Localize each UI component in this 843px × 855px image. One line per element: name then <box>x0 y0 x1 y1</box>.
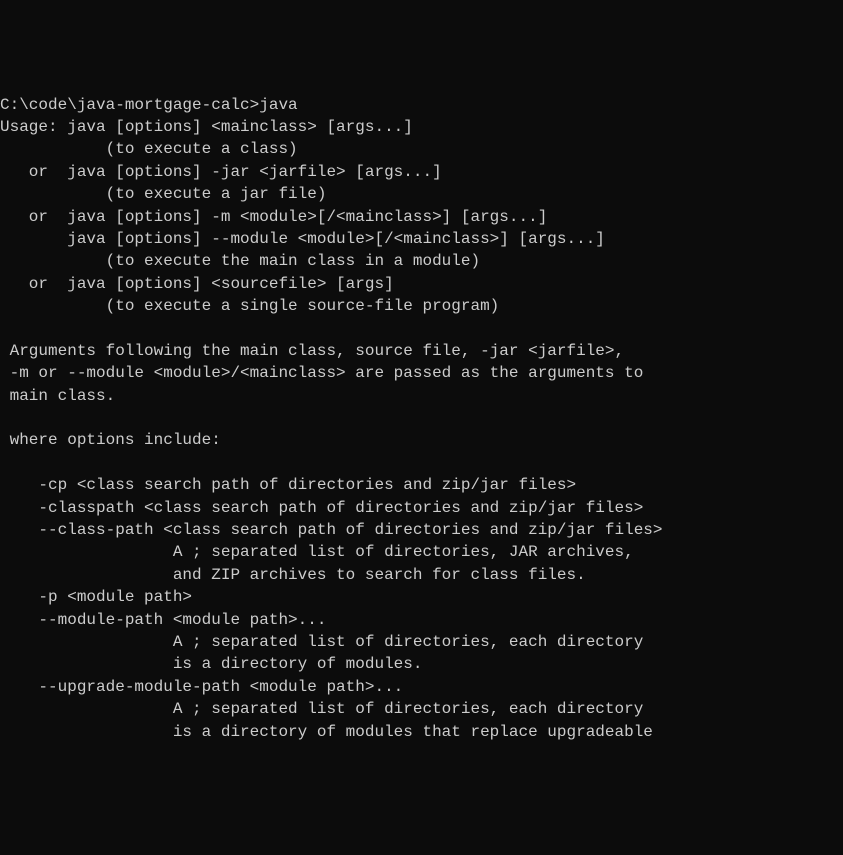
output-line: Usage: java [options] <mainclass> [args.… <box>0 118 413 136</box>
output-line: A ; separated list of directories, each … <box>0 633 643 651</box>
output-line: where options include: <box>0 431 221 449</box>
output-line: -p <module path> <box>0 588 192 606</box>
output-line: -m or --module <module>/<mainclass> are … <box>0 364 643 382</box>
output-line: is a directory of modules that replace u… <box>0 723 653 741</box>
output-line: (to execute a jar file) <box>0 185 326 203</box>
output-line: A ; separated list of directories, JAR a… <box>0 543 634 561</box>
output-line: -cp <class search path of directories an… <box>0 476 576 494</box>
output-line: Arguments following the main class, sour… <box>0 342 624 360</box>
output-line: -classpath <class search path of directo… <box>0 499 643 517</box>
output-line: A ; separated list of directories, each … <box>0 700 643 718</box>
output-line: (to execute the main class in a module) <box>0 252 480 270</box>
output-line: java [options] --module <module>[/<mainc… <box>0 230 605 248</box>
output-line: (to execute a single source-file program… <box>0 297 499 315</box>
command-prompt: C:\code\java-mortgage-calc>java <box>0 96 298 114</box>
output-line: --upgrade-module-path <module path>... <box>0 678 403 696</box>
output-line: --module-path <module path>... <box>0 611 326 629</box>
output-line: and ZIP archives to search for class fil… <box>0 566 586 584</box>
output-line: or java [options] -jar <jarfile> [args..… <box>0 163 442 181</box>
terminal-output[interactable]: C:\code\java-mortgage-calc>java Usage: j… <box>0 94 843 743</box>
output-line: (to execute a class) <box>0 140 298 158</box>
output-line: main class. <box>0 387 115 405</box>
output-line: is a directory of modules. <box>0 655 422 673</box>
output-line: or java [options] -m <module>[/<mainclas… <box>0 208 547 226</box>
output-line: or java [options] <sourcefile> [args] <box>0 275 394 293</box>
output-line: --class-path <class search path of direc… <box>0 521 663 539</box>
